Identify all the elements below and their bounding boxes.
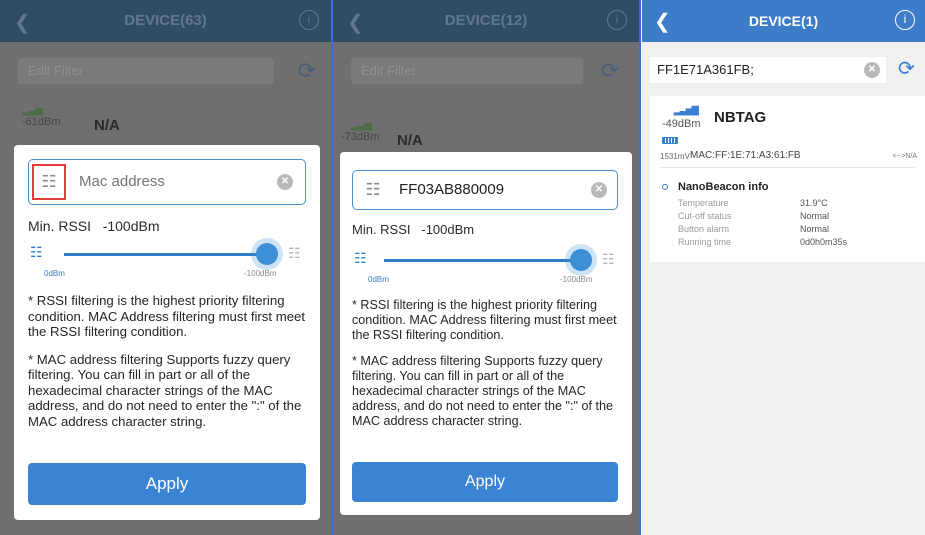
min-rssi-title: Min. RSSI — [352, 222, 411, 237]
wifi-strong-icon: ☷ — [354, 250, 367, 266]
device-name: NBTAG — [714, 109, 767, 126]
rssi-slider-knob[interactable] — [256, 243, 278, 265]
info-value-cutoff: Normal — [800, 211, 830, 221]
min-rssi-label: Min. RSSI -100dBm — [28, 218, 160, 234]
screen-device-1: ❮ DEVICE(1) i ✕ ⟳ ▂▃▅▇ -49dBm NBTAG 1531… — [642, 0, 925, 535]
page-title: DEVICE(1) — [748, 13, 819, 29]
bullet-icon — [662, 184, 668, 190]
wifi-strong-icon: ☷ — [30, 244, 43, 260]
apply-button[interactable]: Apply — [28, 463, 306, 505]
help-text: * RSSI filtering is the highest priority… — [352, 298, 624, 440]
min-rssi-label: Min. RSSI -100dBm — [352, 222, 474, 237]
help-rssi: * RSSI filtering is the highest priority… — [28, 293, 306, 339]
divider — [639, 0, 641, 535]
mac-address-field[interactable]: ☷ ✕ — [352, 170, 618, 210]
help-mac: * MAC address filtering Supports fuzzy q… — [352, 354, 614, 428]
info-key-button-alarm: Button alarm — [678, 224, 730, 234]
info-key-temperature: Temperature — [678, 198, 729, 208]
scan-icon[interactable]: ☷ — [32, 164, 66, 200]
info-circle-icon[interactable]: i — [895, 10, 915, 30]
screen-device-63: ❮ DEVICE(63) i Edit Filter ⟳ ▂▃▅ -61dBm … — [0, 0, 331, 535]
device-name: N/A — [397, 132, 423, 149]
info-value-temperature: 31.9°C — [800, 198, 828, 208]
header-bar: ❮ DEVICE(1) i — [642, 0, 925, 42]
header-bar: ❮ DEVICE(63) i — [0, 0, 331, 42]
min-rssi-value: -100dBm — [421, 222, 475, 237]
search-input[interactable] — [657, 62, 857, 77]
battery-icon — [662, 137, 678, 144]
rssi-slider-track[interactable] — [384, 259, 580, 262]
slider-tick-right: -100dBm — [560, 275, 593, 284]
battery-voltage: 1531mV — [660, 152, 690, 161]
list-item: ▂▃▅ -73dBm N/A — [341, 120, 423, 149]
divider — [660, 167, 915, 168]
refresh-icon[interactable]: ⟳ — [595, 56, 625, 86]
clear-circle-icon[interactable]: ✕ — [591, 182, 607, 198]
info-value-running-time: 0d0h0m35s — [800, 237, 848, 247]
scan-icon[interactable]: ☷ — [361, 180, 385, 202]
mac-address-field[interactable]: ☷ ✕ — [28, 159, 306, 205]
filter-modal: ☷ ✕ Min. RSSI -100dBm ☷ ☷ 0dBm -100dBm *… — [14, 145, 320, 520]
page-title: DEVICE(12) — [444, 12, 528, 29]
signal-bars-icon: ▂▃▅ — [22, 105, 43, 116]
refresh-icon[interactable]: ⟳ — [898, 56, 915, 81]
filter-placeholder: Edit Filter — [28, 63, 83, 78]
connection-status: <-->N/A — [892, 153, 917, 160]
nanobeacon-info-title: NanoBeacon info — [678, 181, 769, 193]
wifi-weak-icon: ☷ — [288, 245, 301, 261]
info-value-button-alarm: Normal — [800, 224, 830, 234]
device-rssi: -61dBm — [22, 116, 61, 128]
refresh-icon[interactable]: ⟳ — [292, 56, 322, 86]
clear-circle-icon[interactable]: ✕ — [864, 62, 880, 78]
screen-device-12: ❮ DEVICE(12) i Edit Filter ⟳ ▂▃▅ -73dBm … — [333, 0, 639, 535]
device-card[interactable]: ▂▃▅▇ -49dBm NBTAG 1531mV MAC:FF:1E:71:A3… — [650, 96, 925, 262]
page-title: DEVICE(63) — [124, 12, 207, 29]
rssi-slider-knob[interactable] — [570, 249, 592, 271]
min-rssi-title: Min. RSSI — [28, 218, 92, 234]
info-circle-icon[interactable]: i — [607, 10, 627, 30]
slider-tick-left: 0dBm — [44, 269, 65, 278]
search-field[interactable]: ✕ — [650, 57, 886, 83]
list-item: ▂▃▅ -61dBm N/A — [22, 105, 120, 134]
help-mac: * MAC address filtering Supports fuzzy q… — [28, 351, 302, 429]
signal-bars-icon: ▂▃▅▇ — [674, 105, 699, 115]
mac-address-input[interactable] — [79, 173, 269, 190]
help-rssi: * RSSI filtering is the highest priority… — [352, 298, 617, 342]
device-rssi: -49dBm — [662, 118, 701, 130]
filter-placeholder: Edit Filter — [361, 63, 416, 78]
apply-button[interactable]: Apply — [352, 462, 618, 502]
slider-tick-left: 0dBm — [368, 275, 389, 284]
info-key-cutoff: Cut-off status — [678, 211, 732, 221]
device-rssi: -73dBm — [341, 131, 380, 143]
mac-address-input[interactable] — [399, 181, 579, 198]
filter-modal: ☷ ✕ Min. RSSI -100dBm ☷ ☷ 0dBm -100dBm *… — [340, 152, 632, 515]
device-mac: MAC:FF:1E:71:A3:61:FB — [690, 150, 801, 161]
min-rssi-value: -100dBm — [102, 218, 160, 234]
slider-tick-right: -100dBm — [244, 269, 277, 278]
signal-bars-icon: ▂▃▅ — [351, 120, 372, 131]
filter-input[interactable]: Edit Filter — [18, 58, 274, 84]
help-text: * RSSI filtering is the highest priority… — [28, 293, 310, 441]
clear-circle-icon[interactable]: ✕ — [277, 174, 293, 190]
comparison-root: ❮ DEVICE(63) i Edit Filter ⟳ ▂▃▅ -61dBm … — [0, 0, 925, 535]
info-key-running-time: Running time — [678, 237, 732, 247]
wifi-weak-icon: ☷ — [602, 251, 615, 267]
header-bar: ❮ DEVICE(12) i — [333, 0, 639, 42]
device-name: N/A — [94, 117, 120, 134]
filter-input[interactable]: Edit Filter — [351, 58, 583, 84]
rssi-slider-track[interactable] — [64, 253, 264, 256]
info-circle-icon[interactable]: i — [299, 10, 319, 30]
